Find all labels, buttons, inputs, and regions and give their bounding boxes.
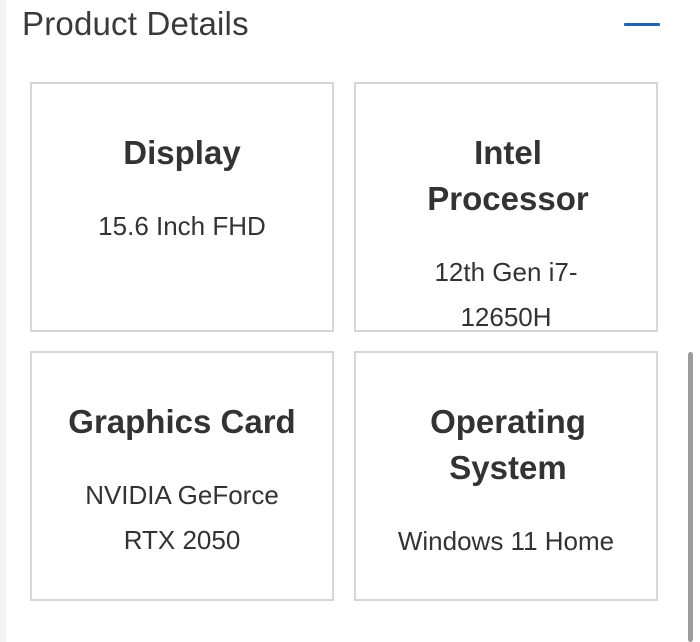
spec-title: Graphics Card <box>68 403 296 440</box>
spec-title: Display <box>123 134 241 171</box>
spec-value: Windows 11 Home <box>397 526 615 556</box>
spec-card-display: Display 15.6 Inch FHD <box>30 82 334 332</box>
vertical-scrollbar[interactable] <box>688 352 693 642</box>
spec-value: 12th Gen i7-12650H <box>434 257 578 332</box>
spec-title: Operating System <box>430 403 586 486</box>
minus-icon <box>624 23 660 26</box>
section-header: Product Details <box>0 0 700 58</box>
spec-card-processor: Intel Processor 12th Gen i7-12650H <box>354 82 658 332</box>
left-edge-strip <box>0 0 6 642</box>
spec-grid: Display 15.6 Inch FHD Intel Processor 12… <box>30 82 662 604</box>
section-title: Product Details <box>22 5 249 42</box>
spec-value: NVIDIA GeForce RTX 2050 <box>85 480 279 555</box>
spec-card-os: Operating System Windows 11 Home <box>354 351 658 601</box>
spec-value: 15.6 Inch FHD <box>98 211 266 241</box>
product-details-page: Product Details Display 15.6 Inch FHD In… <box>0 0 700 642</box>
spec-title: Intel Processor <box>427 134 589 217</box>
collapse-toggle-button[interactable] <box>616 8 670 42</box>
spec-card-graphics: Graphics Card NVIDIA GeForce RTX 2050 <box>30 351 334 601</box>
